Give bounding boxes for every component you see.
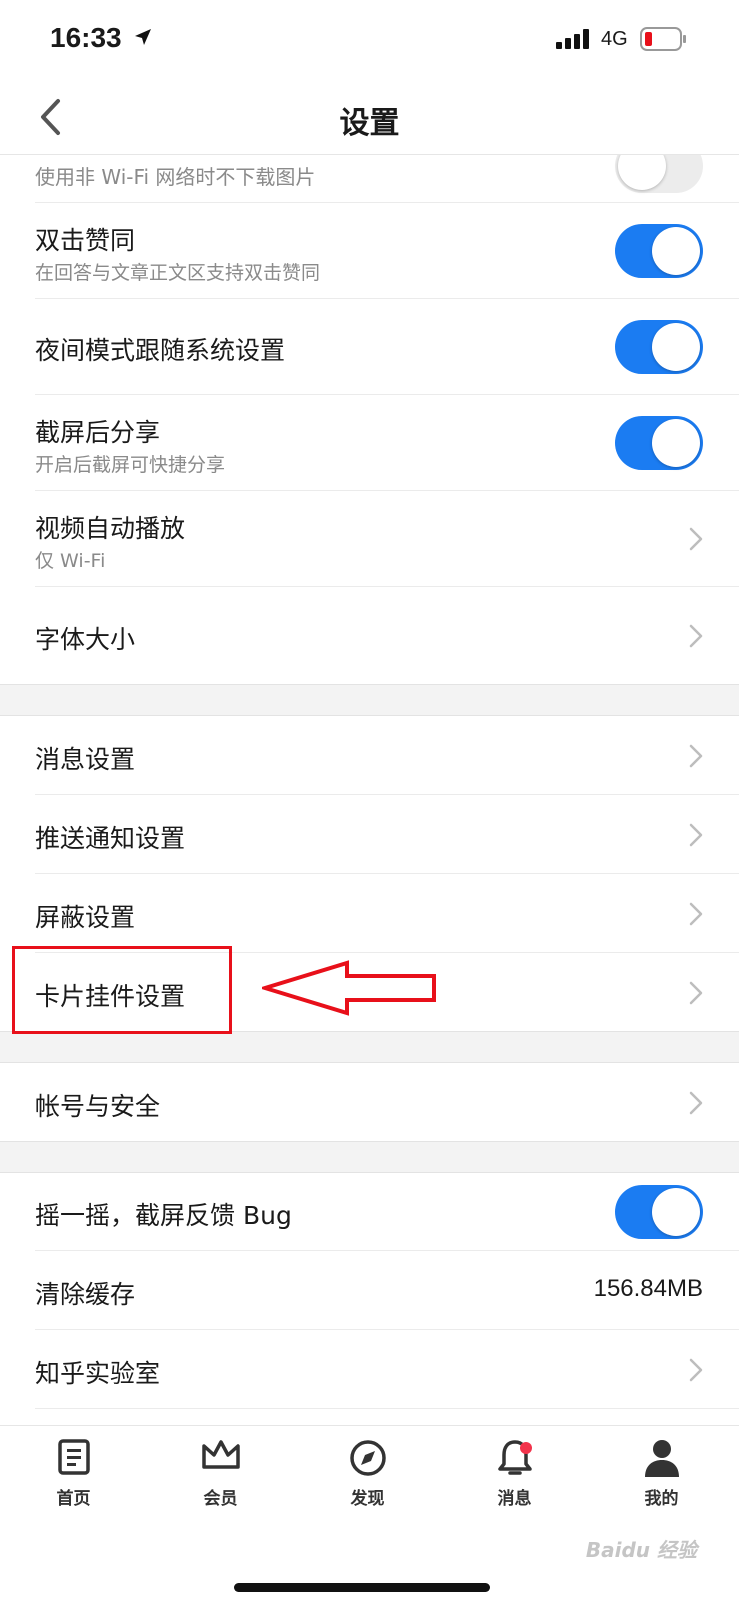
- location-arrow-icon: [135, 29, 151, 45]
- tab-membership[interactable]: 会员: [147, 1426, 294, 1536]
- setting-row-screenshot-share[interactable]: 截屏后分享 开启后截屏可快捷分享: [0, 395, 739, 491]
- chevron-right-icon: [689, 624, 703, 648]
- setting-title: 夜间模式跟随系统设置: [35, 336, 286, 365]
- setting-title: 消息设置: [35, 745, 136, 774]
- tab-label: 首页: [56, 1489, 91, 1509]
- crown-icon: [201, 1440, 240, 1469]
- watermark: Baidu 经验: [585, 1538, 697, 1562]
- tab-label: 我的: [644, 1489, 679, 1509]
- section-gap: [0, 1141, 739, 1173]
- setting-row-video-autoplay[interactable]: 视频自动播放 仅 Wi-Fi: [0, 491, 739, 587]
- cellular-signal-icon: [556, 29, 589, 49]
- double-tap-toggle[interactable]: [615, 224, 703, 278]
- section-gap: [0, 1031, 739, 1063]
- tab-discover[interactable]: 发现: [294, 1426, 441, 1536]
- setting-row-block[interactable]: 屏蔽设置: [0, 874, 739, 953]
- setting-title: 推送通知设置: [35, 824, 186, 853]
- setting-row-clear-cache[interactable]: 清除缓存 156.84MB: [0, 1251, 739, 1330]
- home-icon: [57, 1439, 90, 1475]
- setting-row-font-size[interactable]: 字体大小: [0, 587, 739, 684]
- navigation-bar: 设置: [0, 80, 739, 155]
- chevron-right-icon: [689, 1091, 703, 1115]
- cache-size-value: 156.84MB: [593, 1275, 703, 1302]
- chevron-right-icon: [689, 527, 703, 551]
- chevron-right-icon: [689, 981, 703, 1005]
- setting-row-account-security[interactable]: 帐号与安全: [0, 1063, 739, 1141]
- setting-title: 截屏后分享: [35, 418, 161, 447]
- night-mode-toggle[interactable]: [615, 320, 703, 374]
- setting-row-push[interactable]: 推送通知设置: [0, 795, 739, 874]
- setting-subtitle: 在回答与文章正文区支持双击赞同: [35, 262, 321, 284]
- setting-title: 字体大小: [35, 625, 136, 654]
- setting-title: 视频自动播放: [35, 514, 186, 543]
- home-indicator[interactable]: [234, 1583, 490, 1592]
- status-time: 16:33: [50, 22, 122, 53]
- section-gap: [0, 684, 739, 716]
- setting-row-shake-feedback[interactable]: 摇一摇，截屏反馈 Bug: [0, 1173, 739, 1251]
- setting-title: 清除缓存: [35, 1280, 136, 1309]
- setting-row-double-tap[interactable]: 双击赞同 在回答与文章正文区支持双击赞同: [0, 203, 739, 299]
- shake-feedback-toggle[interactable]: [615, 1185, 703, 1239]
- setting-title: 摇一摇，截屏反馈 Bug: [35, 1201, 292, 1230]
- no-image-toggle[interactable]: [615, 155, 703, 193]
- setting-subtitle: 使用非 Wi-Fi 网络时不下载图片: [35, 165, 316, 189]
- bottom-tab-bar: 首页 会员 发现 消息 我的: [0, 1425, 739, 1601]
- tab-label: 发现: [350, 1489, 385, 1509]
- chevron-right-icon: [689, 744, 703, 768]
- page-title: 设置: [339, 106, 400, 141]
- chevron-right-icon: [689, 823, 703, 847]
- notification-badge: [520, 1442, 532, 1454]
- settings-list[interactable]: 使用非 Wi-Fi 网络时不下载图片 双击赞同 在回答与文章正文区支持双击赞同 …: [0, 155, 739, 1425]
- tab-messages[interactable]: 消息: [441, 1426, 588, 1536]
- setting-subtitle: 仅 Wi-Fi: [35, 550, 106, 572]
- setting-title: 屏蔽设置: [35, 903, 136, 932]
- setting-title: 知乎实验室: [35, 1359, 161, 1388]
- setting-row-message[interactable]: 消息设置: [0, 716, 739, 795]
- tab-profile[interactable]: 我的: [588, 1426, 735, 1536]
- status-bar: 16:33 4G: [0, 0, 739, 80]
- network-type: 4G: [601, 28, 628, 50]
- setting-subtitle: 开启后截屏可快捷分享: [35, 454, 226, 476]
- battery-icon: [640, 27, 686, 51]
- setting-title: 双击赞同: [35, 226, 136, 255]
- chevron-right-icon: [689, 1358, 703, 1382]
- annotation-highlight-box: [12, 946, 232, 1034]
- person-icon: [644, 1440, 679, 1477]
- setting-row-night-mode[interactable]: 夜间模式跟随系统设置: [0, 299, 739, 395]
- tab-label: 会员: [203, 1489, 238, 1509]
- tab-label: 消息: [497, 1489, 532, 1509]
- setting-row-no-image[interactable]: 使用非 Wi-Fi 网络时不下载图片: [0, 155, 739, 203]
- annotation-arrow-icon: [262, 960, 436, 1016]
- tab-home[interactable]: 首页: [0, 1426, 147, 1536]
- screenshot-share-toggle[interactable]: [615, 416, 703, 470]
- compass-icon: [349, 1440, 386, 1476]
- setting-row-lab[interactable]: 知乎实验室: [0, 1330, 739, 1409]
- chevron-right-icon: [689, 902, 703, 926]
- setting-title: 帐号与安全: [35, 1092, 161, 1121]
